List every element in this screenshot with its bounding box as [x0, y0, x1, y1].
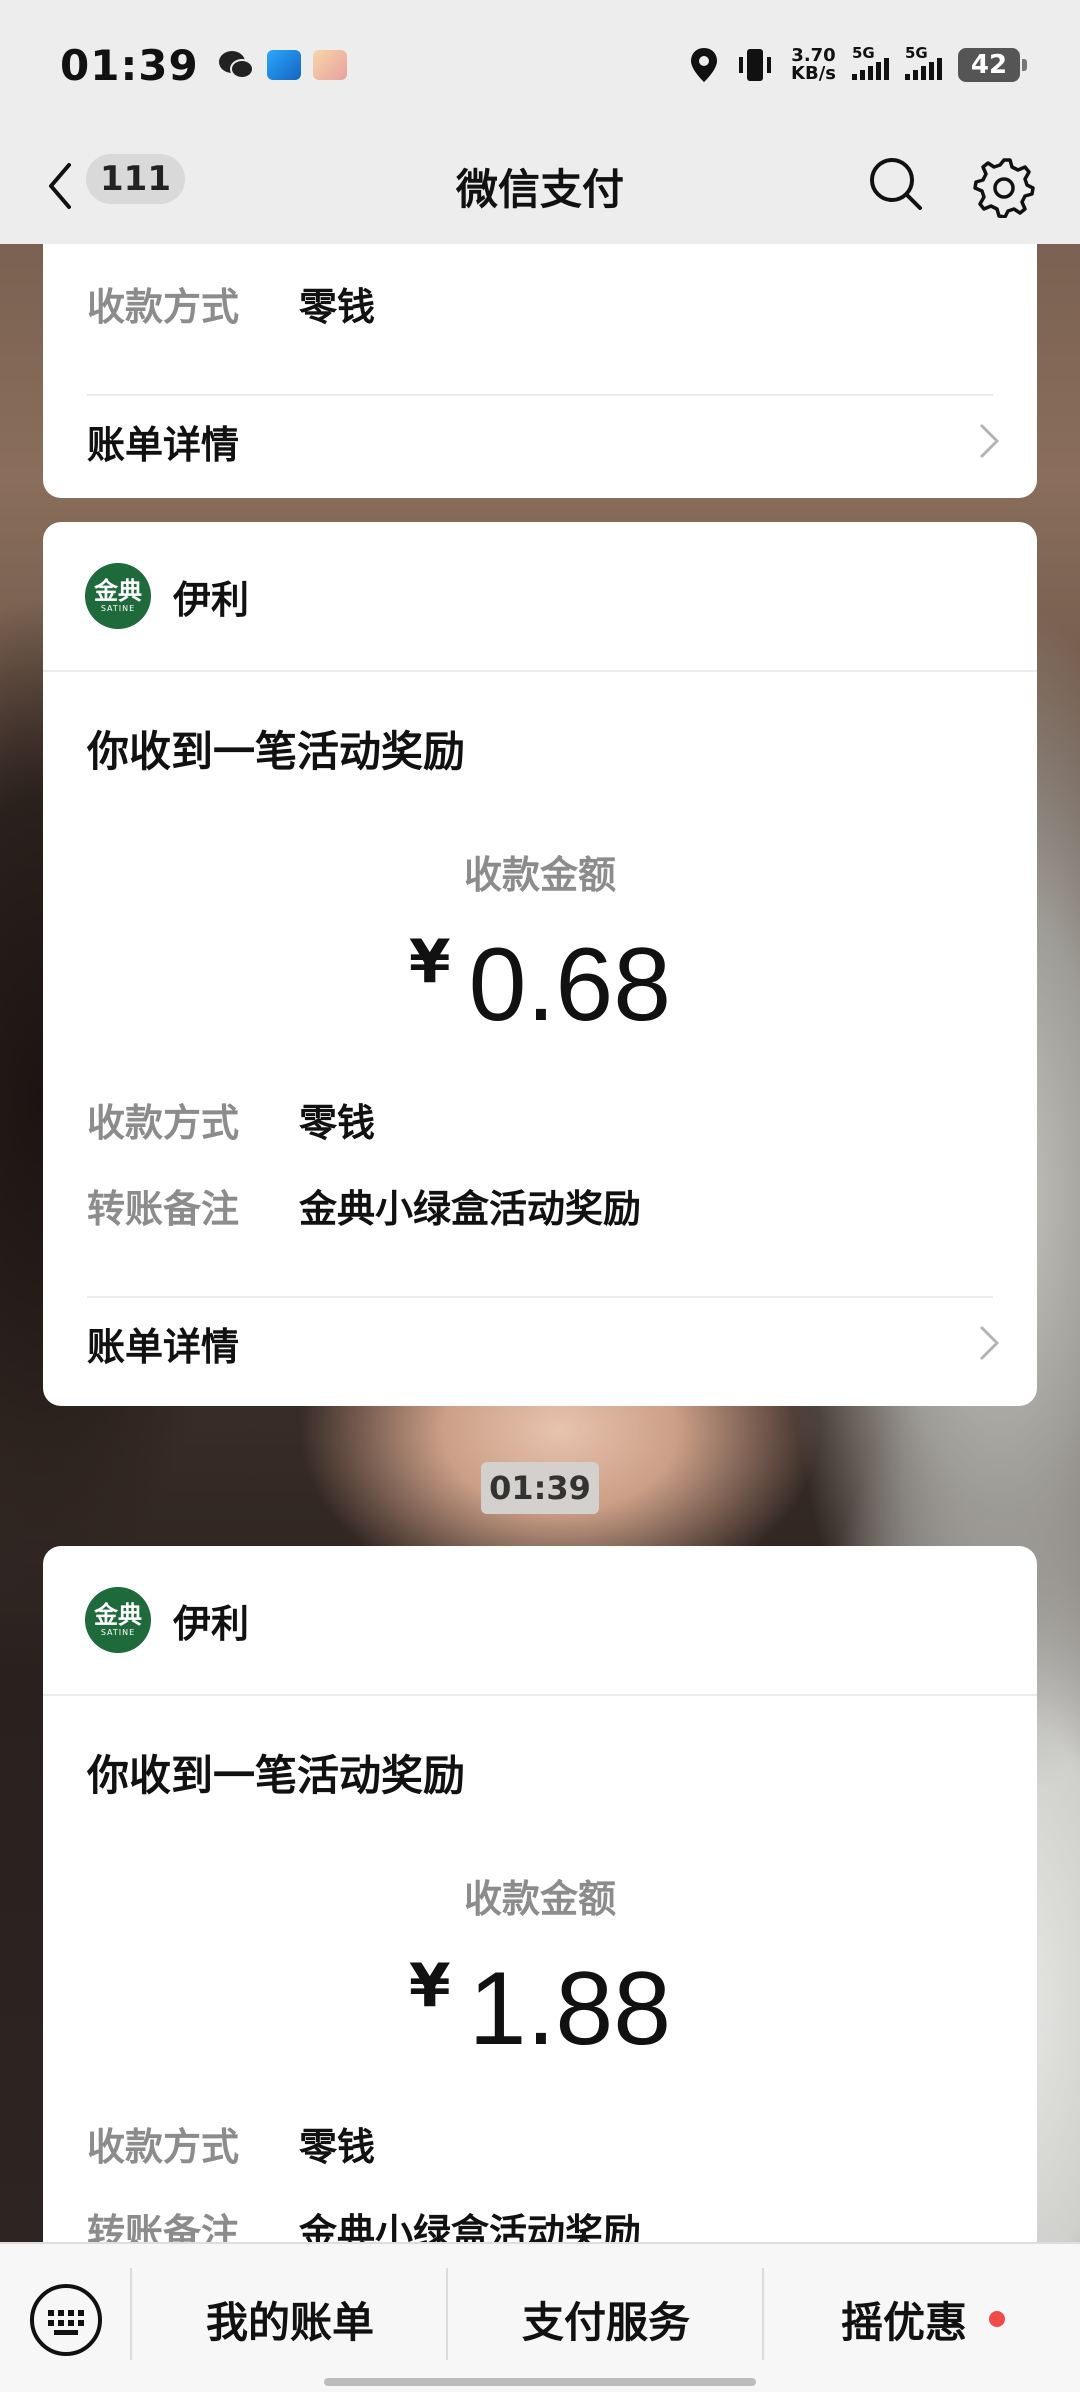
menu-my-bills[interactable]: 我的账单 [134, 2284, 446, 2354]
merchant-name: 伊利 [173, 1601, 250, 1646]
app-notification-icon [266, 50, 301, 80]
payment-method-row: 收款方式 零钱 [87, 1092, 375, 1147]
payment-method-label: 收款方式 [87, 2125, 240, 2169]
transfer-note-label: 转账备注 [87, 1187, 240, 1231]
signal-2-label: 5G [905, 44, 928, 62]
merchant-header[interactable]: 金典 SATINE 伊利 [43, 522, 1037, 672]
amount-number: 0.68 [468, 927, 672, 1043]
battery-indicator: 42 [958, 48, 1027, 82]
keyboard-toggle-button[interactable] [28, 2282, 104, 2358]
amount-number: 1.88 [468, 1951, 672, 2067]
menu-my-bills-label: 我的账单 [205, 2297, 374, 2347]
payment-card: 金典 SATINE 伊利 你收到一笔活动奖励 收款金额 ¥0.68 收款方式 零… [43, 522, 1037, 1406]
vibrate-icon [739, 49, 772, 81]
status-time: 01:39 [60, 40, 199, 90]
transfer-note-row: 转账备注 金典小绿盒活动奖励 [87, 2202, 641, 2242]
wechat-icon [218, 51, 254, 79]
merchant-logo: 金典 SATINE [85, 1587, 151, 1653]
payment-method-value: 零钱 [299, 1101, 376, 1145]
payment-card: 金典 SATINE 伊利 你收到一笔活动奖励 收款金额 ¥1.88 收款方式 零… [43, 1546, 1037, 2242]
home-indicator[interactable] [324, 2378, 756, 2386]
logo-text: 金典 [94, 1601, 142, 1629]
status-right: 3.70 KB/s 5G 5G 42 [689, 44, 1027, 85]
payment-method-row: 收款方式 零钱 [87, 2116, 375, 2171]
search-button[interactable] [866, 154, 926, 214]
signal-1-label: 5G [852, 44, 875, 62]
status-bar: 01:39 3.70 KB/s 5G 5G 42 [0, 0, 1080, 130]
transfer-note-value: 金典小绿盒活动奖励 [299, 1187, 642, 1231]
amount-value: ¥0.68 [43, 926, 1037, 1045]
card-title: 你收到一笔活动奖励 [87, 1751, 466, 1800]
notification-icons [217, 49, 347, 81]
currency-symbol: ¥ [408, 927, 451, 997]
speed-unit: KB/s [791, 63, 836, 84]
location-icon [691, 48, 718, 82]
currency-symbol: ¥ [408, 1951, 451, 2021]
payment-card-partial: 收款方式 零钱 账单详情 [43, 244, 1037, 498]
payment-method-value: 零钱 [299, 285, 376, 329]
transfer-note-value: 金典小绿盒活动奖励 [299, 2211, 642, 2242]
merchant-name: 伊利 [173, 577, 250, 622]
merchant-logo: 金典 SATINE [85, 563, 151, 629]
separator [446, 2268, 448, 2360]
bill-details-label: 账单详情 [87, 1324, 240, 1369]
logo-sub: SATINE [100, 604, 136, 613]
bottom-menu-bar: 我的账单 支付服务 摇优惠 [0, 2242, 1080, 2392]
payment-method-row: 收款方式 零钱 [87, 276, 375, 331]
transfer-note-row: 转账备注 金典小绿盒活动奖励 [87, 1178, 641, 1233]
logo-sub: SATINE [100, 1628, 136, 1637]
menu-payment-services[interactable]: 支付服务 [450, 2284, 762, 2354]
card-title: 你收到一笔活动奖励 [87, 727, 466, 776]
divider [87, 1296, 993, 1298]
payment-method-label: 收款方式 [87, 1101, 240, 1145]
transfer-note-label: 转账备注 [87, 2211, 240, 2242]
gear-icon [973, 158, 1035, 219]
amount-label: 收款金额 [463, 1877, 616, 1921]
chevron-right-icon [979, 1325, 1000, 1361]
payment-method-label: 收款方式 [87, 285, 240, 329]
message-list[interactable]: 收款方式 零钱 账单详情 金典 SATINE 伊利 你收到一笔活动奖励 收款金额… [0, 244, 1080, 2242]
divider [87, 394, 993, 396]
separator [130, 2268, 132, 2360]
bill-details-row[interactable]: 账单详情 [87, 1308, 1001, 1378]
separator [762, 2268, 764, 2360]
signal-1-icon: 5G [852, 44, 889, 80]
avatar-notification-icon [312, 50, 347, 80]
search-icon [870, 158, 922, 210]
menu-shake-deals[interactable]: 摇优惠 [766, 2284, 1080, 2354]
bill-details-label: 账单详情 [87, 422, 240, 467]
chevron-right-icon [979, 423, 1000, 459]
nav-bar: 111 微信支付 [0, 130, 1080, 244]
payment-method-value: 零钱 [299, 2125, 376, 2169]
signal-2-icon: 5G [905, 44, 942, 80]
message-timestamp: 01:39 [481, 1462, 599, 1514]
amount-label: 收款金额 [463, 853, 616, 897]
network-speed: 3.70 KB/s [791, 47, 836, 83]
menu-shake-deals-label: 摇优惠 [840, 2297, 967, 2347]
logo-text: 金典 [94, 577, 142, 605]
notification-dot [989, 2311, 1005, 2327]
amount-value: ¥1.88 [43, 1950, 1037, 2069]
keyboard-icon [30, 2284, 102, 2356]
menu-payment-services-label: 支付服务 [521, 2297, 690, 2347]
bill-details-row[interactable]: 账单详情 [87, 406, 1001, 476]
settings-button[interactable] [972, 154, 1036, 219]
merchant-header[interactable]: 金典 SATINE 伊利 [43, 1546, 1037, 1696]
